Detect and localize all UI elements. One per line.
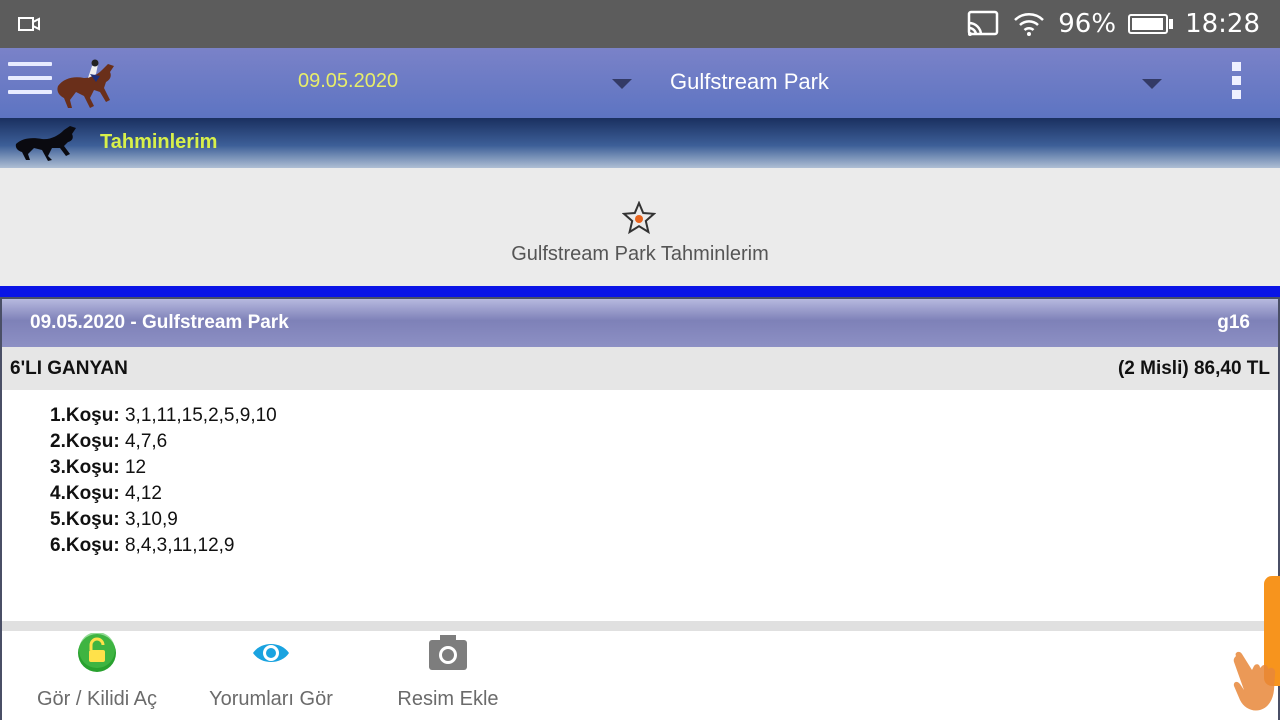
overflow-menu-icon[interactable] (1228, 62, 1244, 106)
race-value: 3,10,9 (124, 509, 178, 530)
card-header: 09.05.2020 - Gulfstream Park g16 (2, 299, 1278, 347)
battery-icon (1128, 14, 1174, 34)
horse-silhouette-icon (15, 126, 77, 161)
race-value: 4,12 (124, 483, 162, 504)
wifi-icon (1014, 13, 1045, 36)
divider (0, 286, 1280, 297)
horse-logo (57, 59, 114, 108)
cast-icon (968, 10, 999, 36)
add-image-button[interactable]: Resim Ekle (353, 631, 543, 722)
add-image-label: Resim Ekle (397, 688, 499, 710)
status-bar: 96% 18:28 (0, 0, 1280, 48)
race-label: 4.Koşu: (50, 483, 120, 504)
favorites-panel[interactable]: Gulfstream Park Tahminlerim (0, 168, 1280, 286)
date-selector[interactable]: 09.05.2020 (298, 70, 398, 93)
camera-icon (429, 635, 467, 670)
race-label: 5.Koşu: (50, 509, 120, 530)
touch-hand-icon (1233, 651, 1276, 711)
race-label: 6.Koşu: (50, 535, 120, 556)
race-item: 3.Koşu: 12 (50, 455, 277, 481)
card-separator (2, 621, 1278, 631)
track-selector[interactable]: Gulfstream Park (670, 69, 829, 95)
race-item: 4.Koşu: 4,12 (50, 481, 277, 507)
bet-type: 6'LI GANYAN (10, 358, 128, 379)
unlock-icon (78, 633, 116, 672)
prediction-card: 09.05.2020 - Gulfstream Park g16 6'LI GA… (0, 297, 1280, 720)
card-title: 09.05.2020 - Gulfstream Park (30, 312, 289, 333)
bet-amount: (2 Misli) 86,40 TL (1117, 358, 1270, 379)
video-camera-icon (18, 17, 40, 31)
eye-icon (253, 644, 289, 662)
race-list: 1.Koşu: 3,1,11,15,2,5,9,10 2.Koşu: 4,7,6… (50, 403, 277, 559)
section-title: Tahminlerim (100, 131, 218, 153)
race-value: 8,4,3,11,12,9 (124, 535, 235, 556)
card-actions: Gör / Kilidi Aç Yorumları Gör Resim Ekle (2, 631, 1278, 722)
race-label: 2.Koşu: (50, 431, 120, 452)
race-value: 3,1,11,15,2,5,9,10 (124, 405, 277, 426)
race-value: 4,7,6 (124, 431, 168, 452)
race-value: 12 (124, 457, 147, 478)
view-comments-button[interactable]: Yorumları Gör (176, 631, 366, 722)
menu-icon[interactable] (8, 62, 52, 96)
track-dropdown-icon[interactable] (1142, 79, 1162, 89)
race-label: 1.Koşu: (50, 405, 120, 426)
star-icon[interactable] (622, 201, 656, 235)
bet-summary: 6'LI GANYAN (2 Misli) 86,40 TL (2, 347, 1278, 390)
battery-percent: 96% (1058, 9, 1117, 39)
clock: 18:28 (1185, 9, 1260, 39)
race-item: 2.Koşu: 4,7,6 (50, 429, 277, 455)
race-item: 1.Koşu: 3,1,11,15,2,5,9,10 (50, 403, 277, 429)
view-comments-label: Yorumları Gör (209, 688, 333, 710)
section-header: Tahminlerim (0, 118, 1280, 168)
unlock-label: Gör / Kilidi Aç (36, 688, 158, 710)
unlock-button[interactable]: Gör / Kilidi Aç (2, 631, 192, 722)
card-code: g16 (1217, 312, 1250, 333)
race-item: 5.Koşu: 3,10,9 (50, 507, 277, 533)
race-item: 6.Koşu: 8,4,3,11,12,9 (50, 533, 277, 559)
app-bar: 09.05.2020 Gulfstream Park (0, 48, 1280, 118)
date-dropdown-icon[interactable] (612, 79, 632, 89)
race-label: 3.Koşu: (50, 457, 120, 478)
favorites-label[interactable]: Gulfstream Park Tahminlerim (0, 243, 1280, 266)
